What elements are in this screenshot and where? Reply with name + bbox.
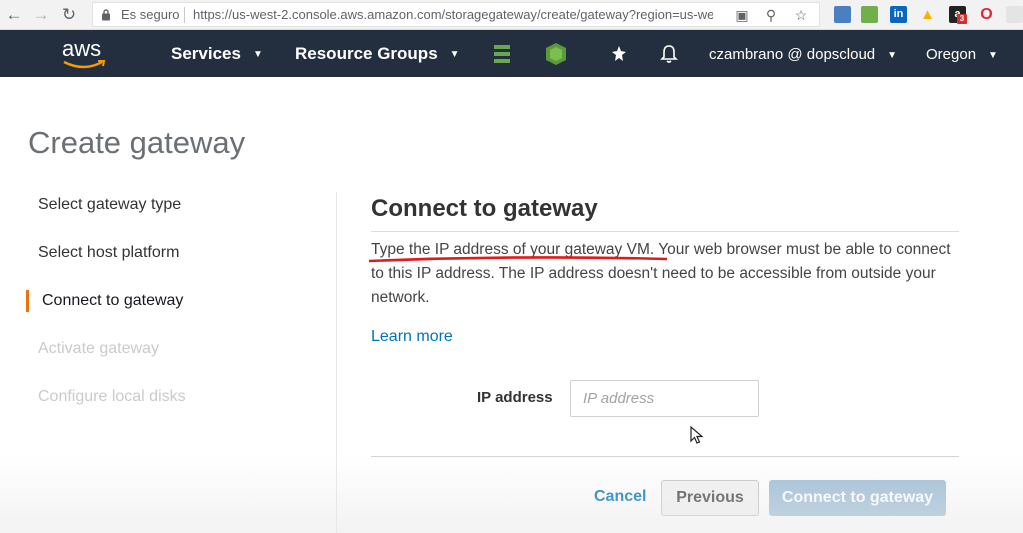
learn-more-link[interactable]: Learn more: [371, 328, 453, 346]
resource-groups-menu[interactable]: Resource Groups ▼: [295, 44, 460, 64]
vertical-divider: [336, 192, 337, 533]
zoom-icon[interactable]: ⚲: [763, 7, 779, 23]
chevron-down-icon: ▼: [252, 49, 263, 61]
linkedin-icon[interactable]: in: [890, 6, 907, 23]
translate-icon[interactable]: ▣: [734, 7, 750, 23]
user-label: czambrano @ dopscloud: [709, 46, 876, 63]
section-title: Connect to gateway: [371, 195, 598, 222]
address-bar[interactable]: Es seguro https://us-west-2.console.aws.…: [92, 2, 820, 27]
chevron-down-icon: ▼: [887, 49, 898, 61]
footer-divider: [371, 456, 959, 457]
services-label: Services: [171, 44, 241, 63]
ip-address-label: IP address: [477, 389, 553, 406]
step-activate-gateway: Activate gateway: [38, 340, 159, 357]
opera-icon[interactable]: O: [978, 6, 995, 23]
reload-icon[interactable]: ↻: [58, 4, 80, 26]
address-separator: [184, 7, 185, 23]
secure-label: Es seguro: [121, 7, 180, 22]
user-account-menu[interactable]: czambrano @ dopscloud ▼: [709, 46, 897, 63]
s3-shortcut-icon[interactable]: [545, 42, 567, 66]
red-underline-annotation: [368, 256, 668, 263]
forward-icon[interactable]: →: [30, 4, 52, 26]
chevron-down-icon: ▼: [449, 49, 460, 61]
connect-to-gateway-button[interactable]: Connect to gateway: [769, 480, 946, 516]
step-select-host-platform[interactable]: Select host platform: [38, 244, 179, 262]
active-step-indicator: [26, 290, 29, 312]
section-divider: [371, 231, 959, 232]
mouse-cursor-icon: [690, 426, 704, 444]
section-description: Type the IP address of your gateway VM. …: [371, 241, 951, 306]
extension-screen-icon[interactable]: [834, 6, 851, 23]
chevron-down-icon: ▼: [988, 49, 998, 61]
extension-download-icon[interactable]: [861, 6, 878, 23]
browser-toolbar: ← → ↻ Es seguro https://us-west-2.consol…: [0, 0, 1023, 30]
cancel-link[interactable]: Cancel: [594, 488, 646, 506]
lock-icon: [102, 9, 110, 21]
storage-gateway-shortcut-icon[interactable]: [492, 43, 512, 65]
drive-icon[interactable]: ▲: [919, 6, 936, 23]
extension-menu-icon[interactable]: [1006, 6, 1023, 23]
extension-badge-icon[interactable]: a3: [949, 6, 967, 24]
step-configure-local-disks: Configure local disks: [38, 388, 186, 405]
resource-groups-label: Resource Groups: [295, 44, 438, 63]
region-label: Oregon: [926, 46, 977, 63]
ip-address-input[interactable]: [570, 380, 759, 417]
bell-icon[interactable]: [660, 44, 678, 64]
region-menu[interactable]: Oregon ▼: [926, 46, 998, 63]
extension-badge-count: 3: [957, 14, 967, 24]
previous-button[interactable]: Previous: [661, 480, 759, 516]
services-menu[interactable]: Services ▼: [171, 44, 263, 64]
back-icon[interactable]: ←: [3, 4, 25, 26]
pin-icon[interactable]: [610, 45, 628, 63]
page-title: Create gateway: [28, 125, 246, 160]
bookmark-star-icon[interactable]: ☆: [793, 7, 809, 23]
aws-smile-icon: [63, 60, 106, 69]
step-select-gateway-type[interactable]: Select gateway type: [38, 196, 181, 214]
url-text[interactable]: https://us-west-2.console.aws.amazon.com…: [193, 7, 713, 22]
aws-console-header: aws Services ▼ Resource Groups ▼ czambrano…: [0, 30, 1023, 77]
step-connect-to-gateway: Connect to gateway: [42, 292, 184, 309]
aws-logo[interactable]: aws: [62, 36, 101, 62]
